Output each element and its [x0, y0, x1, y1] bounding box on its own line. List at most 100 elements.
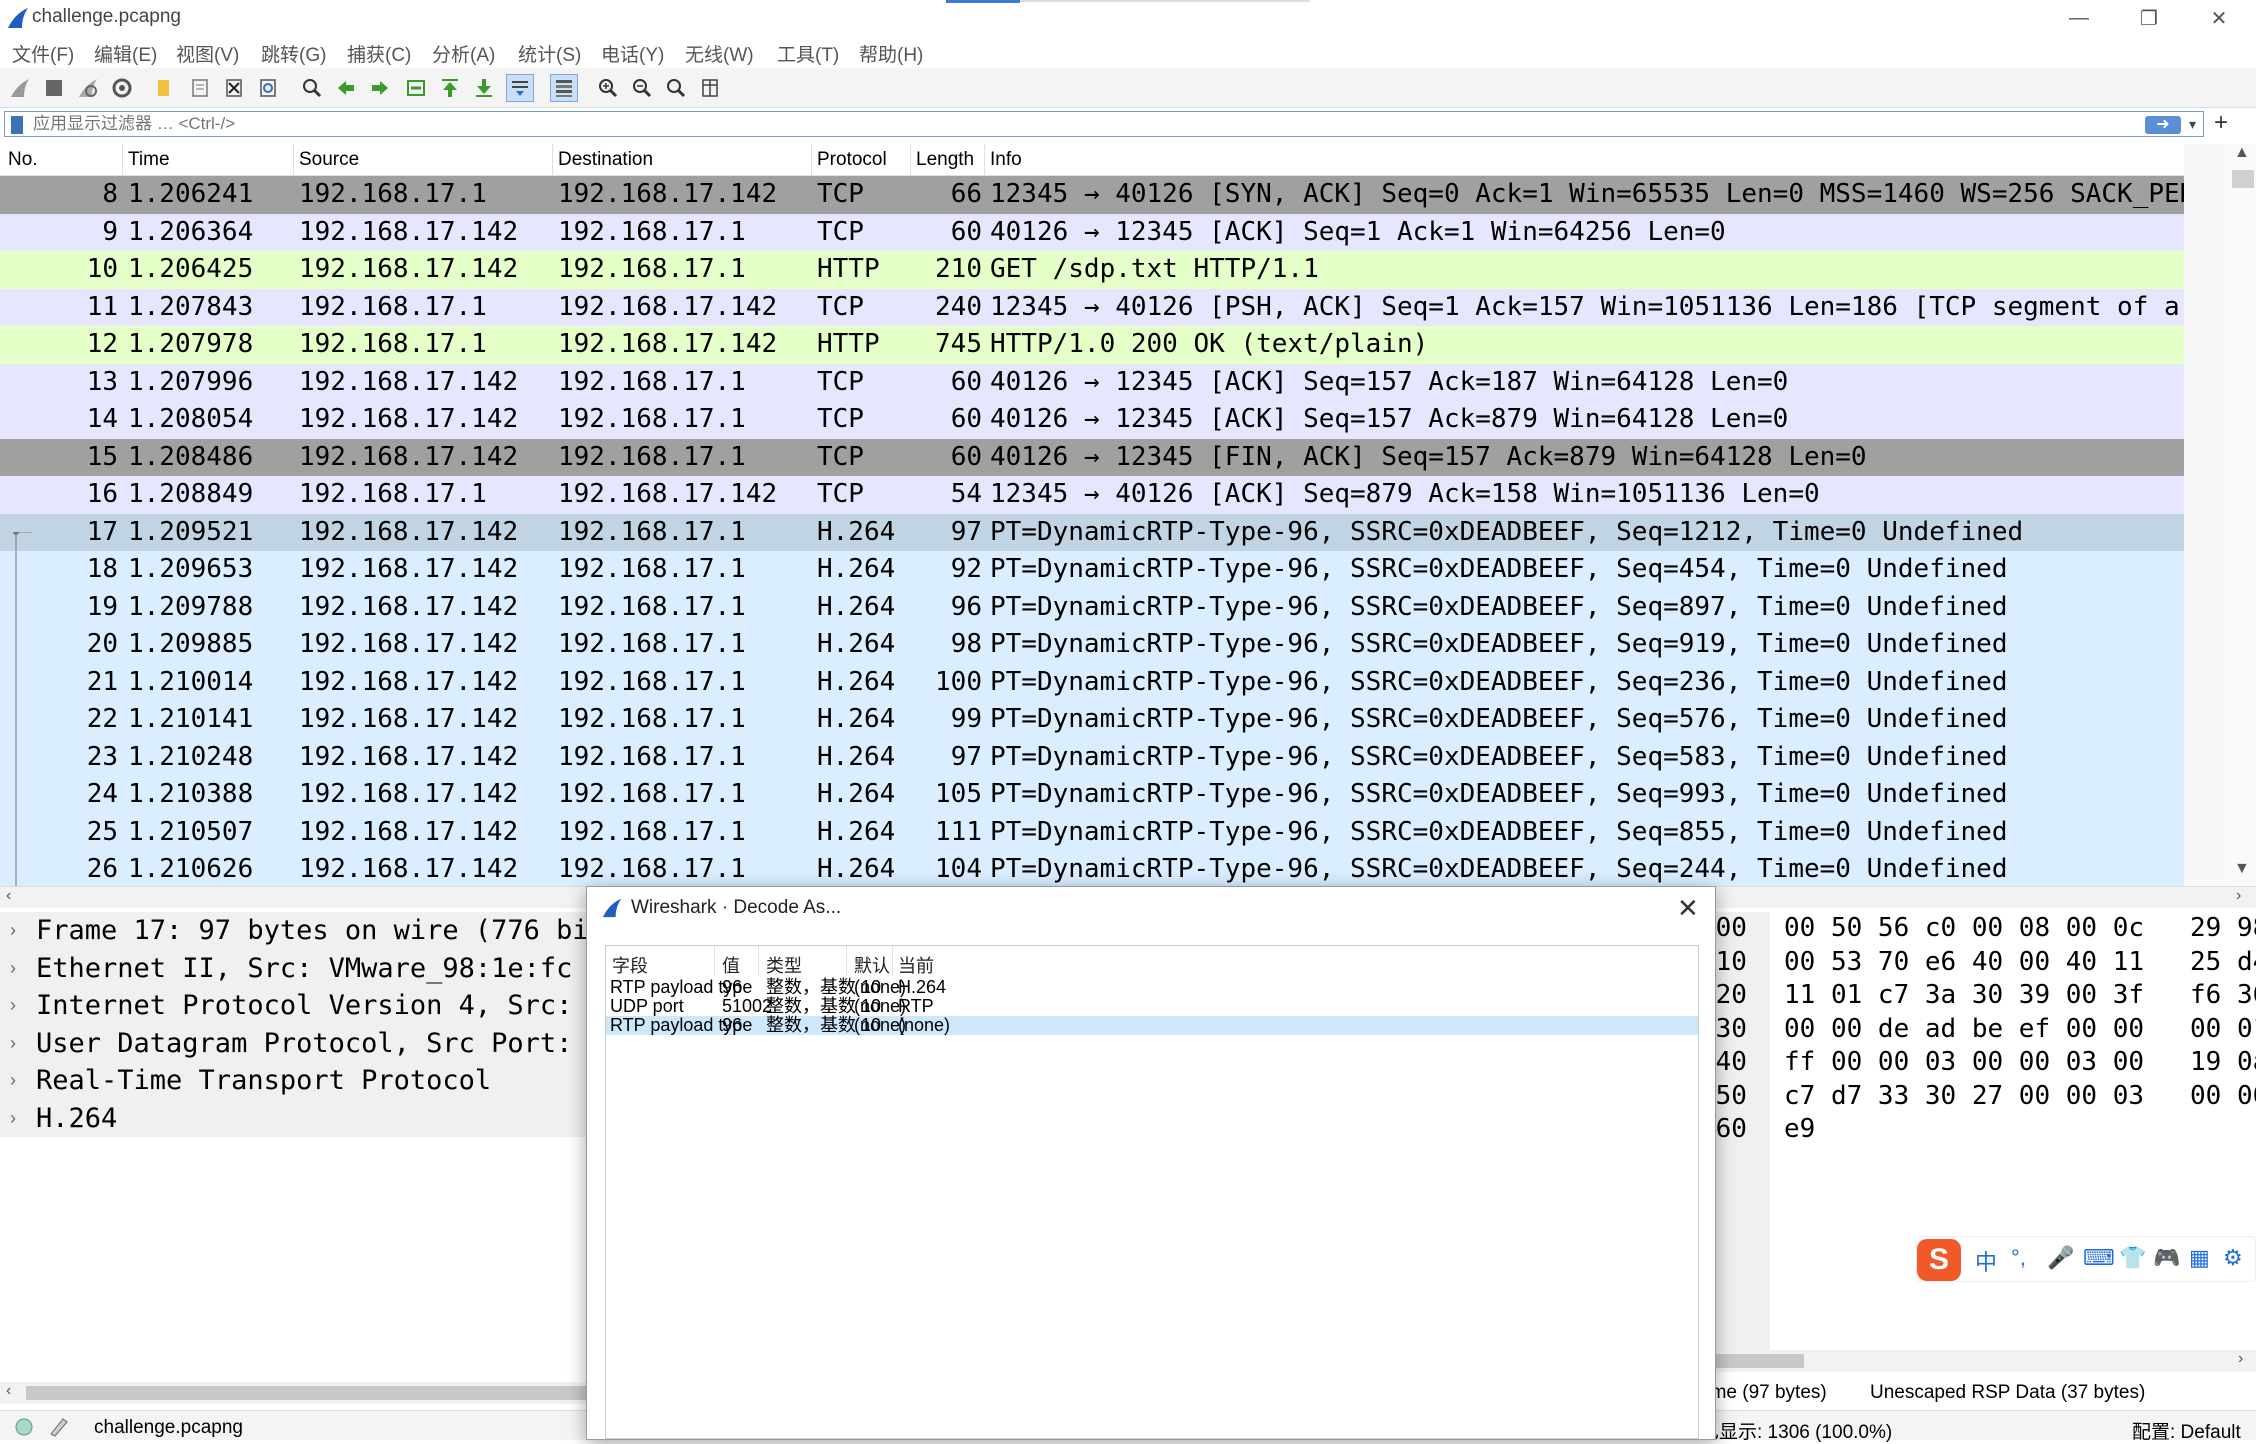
- scroll-right-icon[interactable]: ›: [2238, 1350, 2243, 1368]
- edit-comment-icon[interactable]: [48, 1415, 70, 1437]
- column-divider[interactable]: [984, 144, 985, 176]
- menu-help[interactable]: 帮助(H): [859, 40, 923, 67]
- chevron-right-icon[interactable]: ›: [10, 1025, 16, 1063]
- auto-scroll-icon[interactable]: [506, 74, 534, 102]
- detail-h264[interactable]: › H.264: [0, 1099, 600, 1137]
- byte-hex[interactable]: f6 36: [2190, 979, 2256, 1013]
- column-divider[interactable]: [846, 946, 847, 976]
- scroll-thumb[interactable]: [26, 1386, 586, 1400]
- decode-as-row[interactable]: RTP payload type 96 整数，基数 10 (none) (none): [606, 1016, 1698, 1035]
- decode-as-row[interactable]: UDP port 51002 整数，基数 10 (none) RTP: [606, 997, 1698, 1016]
- column-divider[interactable]: [293, 144, 294, 176]
- menu-telephony[interactable]: 电话(Y): [601, 40, 664, 67]
- go-first-icon[interactable]: [436, 74, 464, 102]
- bookmark-icon[interactable]: [11, 116, 23, 134]
- packet-row[interactable]: 15 1.208486 192.168.17.142 192.168.17.1 TCP 6…: [0, 438, 2184, 476]
- byte-hex[interactable]: 00 01: [2190, 1013, 2256, 1047]
- colorize-icon[interactable]: [550, 74, 578, 102]
- detail-udp[interactable]: › User Datagram Protocol, Src Port: 51: [0, 1024, 600, 1063]
- menu-wireless[interactable]: 无线(W): [685, 40, 754, 67]
- find-packet-icon[interactable]: [298, 74, 326, 102]
- menu-view[interactable]: 视图(V): [176, 40, 239, 67]
- stop-capture-icon[interactable]: [40, 74, 68, 102]
- details-hscroll[interactable]: ‹: [0, 1382, 600, 1404]
- packet-row[interactable]: 8 1.206241 192.168.17.1 192.168.17.142 TCP 66…: [0, 176, 2184, 214]
- tab-frame-bytes[interactable]: ame (97 bytes): [1700, 1382, 1827, 1404]
- byte-hex[interactable]: 00 00: [2190, 1080, 2256, 1114]
- detail-rtp[interactable]: › Real-Time Transport Protocol: [0, 1062, 600, 1100]
- col-header-value[interactable]: 值: [722, 952, 740, 978]
- chevron-right-icon[interactable]: ›: [10, 950, 16, 988]
- packet-row[interactable]: 9 1.206364 192.168.17.142 192.168.17.1 TCP 60…: [0, 213, 2184, 251]
- display-filter-input[interactable]: [33, 113, 2133, 135]
- open-file-icon[interactable]: [150, 74, 178, 102]
- column-divider[interactable]: [811, 144, 812, 176]
- game-icon[interactable]: 🎮: [2153, 1245, 2180, 1271]
- column-divider[interactable]: [758, 946, 759, 976]
- scroll-thumb[interactable]: [2232, 170, 2254, 188]
- menu-capture[interactable]: 捕获(C): [347, 40, 411, 67]
- zoom-normal-icon[interactable]: [662, 74, 690, 102]
- bytes-hscroll[interactable]: ›: [1700, 1350, 2256, 1372]
- packet-row[interactable]: 12 1.207978 192.168.17.1 192.168.17.142 HTTP…: [0, 326, 2184, 364]
- detail-frame[interactable]: › Frame 17: 97 bytes on wire (776 bits: [0, 912, 600, 950]
- chevron-right-icon[interactable]: ›: [10, 912, 16, 950]
- minimize-button[interactable]: —: [2044, 0, 2114, 36]
- go-last-icon[interactable]: [470, 74, 498, 102]
- menu-statistics[interactable]: 统计(S): [518, 40, 581, 67]
- tab-unescaped-rsp[interactable]: Unescaped RSP Data (37 bytes): [1870, 1382, 2145, 1404]
- byte-hex[interactable]: e9: [1784, 1113, 1815, 1147]
- menu-edit[interactable]: 编辑(E): [94, 40, 157, 67]
- apply-filter-arrow-icon[interactable]: ➜: [2145, 116, 2181, 134]
- toolbox-icon[interactable]: ▦: [2189, 1245, 2210, 1271]
- packet-row[interactable]: 13 1.207996 192.168.17.142 192.168.17.1 TCP 6…: [0, 363, 2184, 401]
- decode-as-row[interactable]: RTP payload type 96 整数，基数 10 (none) H.264: [606, 978, 1698, 997]
- go-back-icon[interactable]: [332, 74, 360, 102]
- byte-hex[interactable]: 00 53 70 e6 40 00 40 11: [1784, 946, 2144, 980]
- scroll-up-icon[interactable]: ▲: [2234, 144, 2250, 162]
- reload-file-icon[interactable]: [254, 74, 282, 102]
- col-header-time[interactable]: Time: [128, 149, 170, 171]
- restart-capture-icon[interactable]: [74, 74, 102, 102]
- packet-row[interactable]: 16 1.208849 192.168.17.1 192.168.17.142 TCP 5…: [0, 476, 2184, 514]
- capture-options-icon[interactable]: [108, 74, 136, 102]
- scroll-track[interactable]: ▲ ▼: [2230, 144, 2256, 886]
- column-divider[interactable]: [552, 144, 553, 176]
- chevron-down-icon[interactable]: ▾: [2189, 116, 2196, 133]
- chevron-right-icon[interactable]: ›: [10, 987, 16, 1025]
- packet-row[interactable]: 10 1.206425 192.168.17.142 192.168.17.1 HTTP…: [0, 251, 2184, 289]
- zoom-out-icon[interactable]: [628, 74, 656, 102]
- close-window-button[interactable]: ✕: [2184, 0, 2254, 36]
- scroll-left-icon[interactable]: ‹: [6, 887, 11, 905]
- save-file-icon[interactable]: [186, 74, 214, 102]
- column-divider[interactable]: [714, 946, 715, 976]
- column-divider[interactable]: [910, 144, 911, 176]
- byte-hex[interactable]: 00 00 de ad be ef 00 00: [1784, 1013, 2144, 1047]
- ready-indicator-icon[interactable]: [14, 1417, 34, 1437]
- start-capture-icon[interactable]: [6, 74, 34, 102]
- col-header-field[interactable]: 字段: [612, 952, 648, 978]
- col-header-info[interactable]: Info: [990, 149, 1022, 171]
- packet-row[interactable]: 21 1.210014 192.168.17.142 192.168.17.1 H.26…: [0, 663, 2184, 701]
- byte-hex[interactable]: 29 98: [2190, 912, 2256, 946]
- menu-file[interactable]: 文件(F): [12, 40, 74, 67]
- packet-row[interactable]: 14 1.208054 192.168.17.142 192.168.17.1 TCP 6…: [0, 401, 2184, 439]
- add-filter-button-icon[interactable]: +: [2214, 109, 2228, 137]
- packet-row[interactable]: 22 1.210141 192.168.17.142 192.168.17.1 H.26…: [0, 701, 2184, 739]
- col-header-no[interactable]: No.: [8, 149, 38, 171]
- byte-hex[interactable]: 00 50 56 c0 00 08 00 0c: [1784, 912, 2144, 946]
- keyboard-icon[interactable]: ⌨: [2083, 1245, 2115, 1271]
- chevron-right-icon[interactable]: ›: [10, 1062, 16, 1100]
- packet-row[interactable]: 20 1.209885 192.168.17.142 192.168.17.1 H.26…: [0, 626, 2184, 664]
- packet-list-scrollbar[interactable]: ▲ ▼: [2184, 144, 2256, 886]
- packet-row[interactable]: 23 1.210248 192.168.17.142 192.168.17.1 H.26…: [0, 738, 2184, 776]
- column-divider[interactable]: [122, 144, 123, 176]
- col-header-type[interactable]: 类型: [766, 952, 802, 978]
- packet-row[interactable]: 19 1.209788 192.168.17.142 192.168.17.1 H.26…: [0, 588, 2184, 626]
- resize-columns-icon[interactable]: [696, 74, 724, 102]
- col-header-length[interactable]: Length: [916, 149, 974, 171]
- restore-button[interactable]: ❐: [2114, 0, 2184, 36]
- col-header-destination[interactable]: Destination: [558, 149, 653, 171]
- packet-row[interactable]: 26 1.210626 192.168.17.142 192.168.17.1 H.26…: [0, 851, 2184, 886]
- skin-icon[interactable]: 👕: [2119, 1245, 2146, 1271]
